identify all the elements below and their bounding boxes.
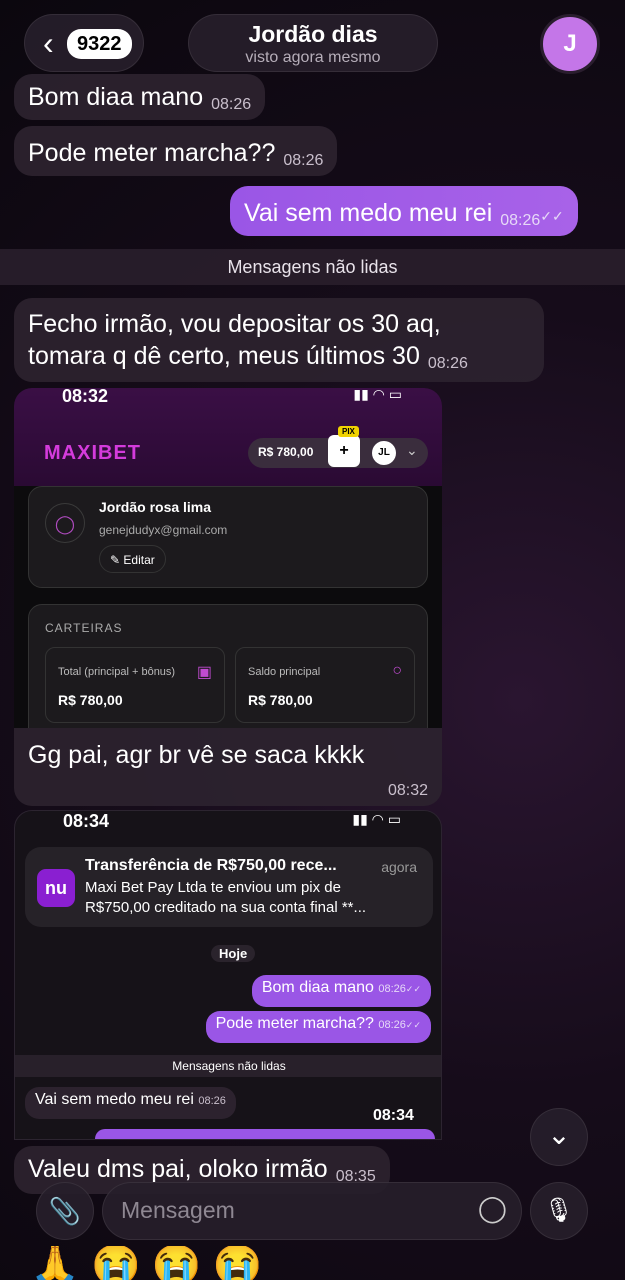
unread-messages-banner: Mensagens não lidas — [0, 249, 625, 285]
message-outgoing[interactable]: Vai sem medo meu rei 08:26✓✓ — [230, 186, 578, 236]
coins-icon: ○ — [392, 662, 402, 679]
attach-button[interactable]: 📎 — [36, 1182, 94, 1240]
signal-wifi-battery-icon: ▮▮ ◠ ▭ — [352, 811, 401, 827]
message-incoming[interactable]: Fecho irmão, vou depositar os 30 aq, tom… — [14, 298, 544, 382]
balance-pill: R$ 780,00 + PIX JL ⌄ — [248, 426, 428, 468]
message-input[interactable]: Mensagem ◯ — [102, 1182, 522, 1240]
notification-time: agora — [381, 859, 417, 875]
back-button[interactable]: ‹ 9322 — [24, 14, 144, 72]
contact-status: visto agora mesmo — [245, 49, 381, 66]
sticker-icon[interactable]: ◯ — [478, 1193, 507, 1224]
emoji-suggestions: 🙏 😭 😭 😭 — [30, 1246, 330, 1280]
pix-badge: PIX — [338, 426, 359, 437]
crying-face-icon[interactable]: 😭 — [152, 1246, 202, 1280]
user-initials-badge[interactable]: JL — [372, 441, 396, 465]
message-outgoing: Bom diaa mano 08:26✓✓ — [251, 975, 431, 1007]
pencil-icon: ✎ — [110, 553, 121, 567]
message-incoming[interactable]: Bom diaa mano 08:26 — [14, 74, 266, 120]
avatar[interactable]: J — [540, 14, 600, 74]
message-time: 08:32 — [387, 782, 428, 799]
unread-count-badge: 9322 — [67, 29, 132, 59]
message-outgoing — [95, 1129, 435, 1139]
praying-hands-icon[interactable]: 🙏 — [30, 1246, 80, 1280]
status-time: 08:32 — [62, 388, 109, 406]
wallet-main-card: Saldo principal ○ R$ 780,00 — [235, 647, 415, 723]
date-badge: Hoje — [211, 945, 256, 962]
message-incoming-caption[interactable]: Gg pai, agr br vê se saca kkkk 08:32 — [14, 728, 442, 806]
crying-face-icon[interactable]: 😭 — [91, 1246, 141, 1280]
wallet-icon: ▣ — [196, 664, 212, 681]
image-attachment-nubank[interactable]: 08:34 ▮▮ ◠ ▭ nu Transferência de R$750,0… — [14, 810, 442, 1140]
wallets-title: CARTEIRAS — [45, 621, 123, 635]
paperclip-icon: 📎 — [48, 1196, 82, 1226]
image-attachment-maxibet[interactable]: 08:32 ▮▮ ◠ ▭ MAXIBET R$ 780,00 + PIX JL … — [14, 388, 442, 728]
crying-face-icon[interactable]: 😭 — [213, 1246, 263, 1280]
message-outgoing: Pode meter marcha?? 08:26✓✓ — [205, 1011, 431, 1043]
contact-header[interactable]: Jordão dias visto agora mesmo — [188, 14, 438, 72]
scroll-to-bottom-button[interactable]: ⌄ — [530, 1108, 588, 1166]
status-time: 08:34 — [63, 811, 110, 831]
message-time: 08:26 — [283, 152, 324, 169]
message-time: 08:26 — [211, 96, 252, 113]
chevron-down-icon[interactable]: ⌄ — [406, 442, 418, 459]
maxibet-logo: MAXIBET — [44, 442, 141, 464]
double-check-icon: ✓✓ — [540, 208, 564, 224]
message-time: 08:26 — [427, 355, 468, 372]
notification-card[interactable]: nu Transferência de R$750,00 rece... ago… — [25, 847, 433, 927]
wallets-card: CARTEIRAS Total (principal + bônus) ▣ R$… — [28, 604, 428, 728]
chevron-left-icon: ‹ — [43, 25, 54, 61]
signal-wifi-battery-icon: ▮▮ ◠ ▭ — [353, 388, 402, 402]
microphone-icon: 🎙 — [543, 1197, 575, 1224]
message-incoming[interactable]: Pode meter marcha?? 08:26 — [14, 126, 338, 176]
contact-name: Jordão dias — [248, 21, 378, 47]
add-deposit-button[interactable]: + — [328, 435, 360, 467]
message-time: 08:26 — [500, 212, 541, 229]
chevron-down-icon: ⌄ — [547, 1119, 571, 1150]
edit-profile-button[interactable]: ✎ Editar — [99, 545, 166, 573]
profile-email: genejdudyx@gmail.com — [99, 523, 228, 537]
unread-messages-banner: Mensagens não lidas — [15, 1055, 441, 1077]
message-incoming: Vai sem medo meu rei 08:26 — [25, 1087, 236, 1119]
user-icon: ◯ — [45, 503, 85, 543]
voice-record-button[interactable]: 🎙 — [530, 1182, 588, 1240]
profile-card: ◯ Jordão rosa lima genejdudyx@gmail.com … — [28, 486, 428, 588]
wallet-total-card: Total (principal + bônus) ▣ R$ 780,00 — [45, 647, 225, 723]
profile-name: Jordão rosa lima — [99, 499, 212, 515]
notification-title: Transferência de R$750,00 rece... — [85, 857, 337, 874]
nubank-app-icon: nu — [37, 869, 75, 907]
message-time: 08:34 — [373, 1107, 414, 1124]
